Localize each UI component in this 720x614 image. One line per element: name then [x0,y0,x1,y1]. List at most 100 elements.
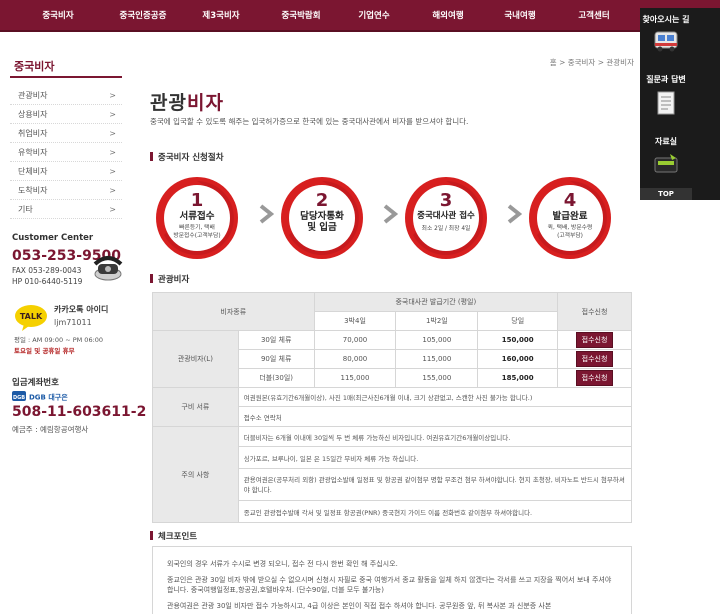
sidebar-item-group-visa[interactable]: 단체비자 > [10,162,122,181]
visa-table-heading: 관광비자 [150,273,189,285]
process-step-1: 1 서류접수 빠른등기, 택배 방문접수(고객부담) [154,175,240,261]
page-title-main: 관광 [150,92,187,114]
notes-text: 종교인 관광접수발매 각서 및 일정표 항공권(PNR) 중국현지 가이드 이름… [237,500,633,523]
cell-stay: 90일 체류 [237,349,315,369]
cell-stay: 30일 체류 [237,330,315,350]
sidebar-item-other[interactable]: 기타 > [10,200,122,219]
apply-button[interactable]: 접수신청 [575,332,614,348]
customer-center-hp: HP 010-6440-5119 [12,277,83,286]
sidebar-item-tourist-visa[interactable]: 관광비자 > [10,86,122,105]
step-number: 4 [563,190,577,211]
table-row: 관광비자(L) 30일 체류 70,000 105,000 150,000 접수… [152,330,632,388]
page-title: 관광비자 [150,88,224,115]
bank-name: DGB 대구은행 [29,393,68,402]
quick-qna-label[interactable]: 질문과 답변 [640,74,692,85]
cell-apply: 접수신청 [557,330,632,350]
checkpoint-box: 외국인의 경우 서류가 수시로 변경 되오니, 접수 전 다시 한번 확인 해 … [152,546,632,614]
sidebar-item-arrival-visa[interactable]: 도착비자 > [10,181,122,200]
telephone-icon [93,256,123,281]
sidebar-item-student-visa[interactable]: 유학비자 > [10,143,122,162]
sidebar-menu: 관광비자 > 상용비자 > 취업비자 > 유학비자 > 단체비자 > 도착비자 > 기타 > [10,86,122,219]
process-step-2: 2 담당자통화 및 입금 [279,175,365,261]
nav-item-notarization[interactable]: 중국인증공증 [108,0,178,32]
chevron-right-icon: > [109,167,116,176]
kakaotalk-badge-text: TALK [20,312,43,321]
kakao-id-value: ljm71011 [54,318,92,327]
step-number: 1 [190,190,204,211]
holiday-notice: 토요일 및 공휴일 휴무 [14,347,75,355]
documents-text: 여권원본(유효기간6개월이상), 사진 1매(최근사진6개월 이내, 크기 상관… [237,387,633,407]
nav-item-china-visa[interactable]: 중국비자 [30,0,86,32]
page-description: 중국에 입국할 수 있도록 해주는 입국허가증으로 한국에 있는 중국대사관에서… [150,117,469,126]
customer-center-title: Customer Center [12,233,94,243]
visa-fee-table: 비자종류 중국대사관 발급기간 (평일) 접수신청 3박4일 1박2일 당일 관… [152,292,633,523]
nav-item-third-country-visa[interactable]: 제3국비자 [192,0,250,32]
step-title: 중국대사관 접수 [417,211,475,221]
cell-stay: 더블(30일) [237,368,315,388]
breadcrumb: 홈 > 중국비자 > 관광비자 [549,58,634,67]
col-header-period: 중국대사관 발급기간 (평일) [313,292,559,312]
notes-text: 싱가포르, 브루나이, 일본 은 15일간 무비자 체류 가능 하십니다. [237,446,633,469]
sub-col-sameday: 당일 [477,311,559,331]
business-hours: 평일 : AM 09:00 ~ PM 06:00 [14,336,104,344]
nav-item-expo[interactable]: 중국박람회 [272,0,330,32]
quick-directions-label[interactable]: 찾아오시는 길 [640,14,692,25]
quick-library-label[interactable]: 자료실 [640,136,692,147]
chevron-right-icon: > [109,186,116,195]
bus-icon[interactable] [652,28,680,54]
row-label-notes: 주의 사항 [152,426,239,523]
chevron-right-icon: > [109,148,116,157]
chevron-right-icon: > [109,205,116,214]
sidebar-item-business-visa[interactable]: 상용비자 > [10,105,122,124]
nav-item-overseas-travel[interactable]: 해외여행 [422,0,474,32]
step-title: 담당자통화 및 입금 [300,211,344,233]
cell-apply: 접수신청 [557,349,632,369]
quick-menu-panel: 찾아오시는 길 질문과 답변 자료실 TOP [640,8,720,200]
notes-text: 관용여권은(공무처리 외항) 관광업소발매 일정표 및 항공권 같이첨부 명함 … [237,468,633,501]
notes-text: 더블비자는 6개월 이내에 30일씩 두 번 체류 가능하신 비자입니다. 여권… [237,426,633,447]
col-header-type: 비자종류 [152,292,315,331]
step-number: 3 [439,190,453,211]
step-detail: 방문접수(고객부담) [173,233,221,239]
documents-text: 접수소 연락처 [237,406,633,427]
step-detail: 퀵, 택배, 방문수령 [547,225,593,231]
cell-price: 185,000 [477,368,559,388]
step-title: 발급완료 [552,211,588,222]
sidebar-item-work-visa[interactable]: 취업비자 > [10,124,122,143]
scroll-top-button[interactable]: TOP [640,188,692,200]
sub-col-1n2d: 1박2일 [395,311,479,331]
nav-item-domestic-travel[interactable]: 국내여행 [494,0,546,32]
cell-price: 105,000 [395,330,479,350]
cell-price: 115,000 [395,349,479,369]
cell-price: 70,000 [313,330,397,350]
cell-apply: 접수신청 [557,368,632,388]
nav-item-corporate-training[interactable]: 기업연수 [348,0,400,32]
step-title: 서류접수 [179,211,215,222]
process-step-3: 3 중국대사관 접수 최소 2일 / 최장 4일 [403,175,489,261]
checkpoint-paragraph: 관용여권은 관광 30일 비자만 접수 가능하시고, 4급 이상은 본인이 직접… [167,602,552,610]
kakao-id-title: 카카오톡 아이디 [54,305,109,314]
table-row: 구비 서류 여권원본(유효기간6개월이상), 사진 1매(최근사진6개월 이내,… [152,387,633,427]
account-title: 입금계좌번호 [12,378,59,388]
chevron-right-icon: > [109,129,116,138]
col-header-apply: 접수신청 [557,292,632,331]
nav-item-customer-center[interactable]: 고객센터 [568,0,620,32]
account-number: 508-11-603611-2 [12,404,147,420]
cell-price: 160,000 [477,349,559,369]
page-title-accent: 비자 [186,92,224,114]
customer-center-fax: FAX 053-289-0043 [12,266,82,275]
apply-button[interactable]: 접수신청 [575,351,614,367]
sidebar-divider [10,76,122,78]
svg-text:DGB: DGB [13,395,25,401]
chevron-right-icon: > [109,91,116,100]
cell-price: 115,000 [313,368,397,388]
disk-icon[interactable] [652,152,680,178]
apply-button[interactable]: 접수신청 [575,370,614,386]
cell-price: 150,000 [477,330,559,350]
table-row: 주의 사항 더블비자는 6개월 이내에 30일씩 두 번 체류 가능하신 비자입… [152,426,633,523]
sub-col-3n4d: 3박4일 [313,311,397,331]
row-label-tourist-visa: 관광비자(L) [152,330,239,388]
note-icon[interactable] [652,90,680,116]
top-nav: 중국비자 중국인증공증 제3국비자 중국박람회 기업연수 해외여행 국내여행 고… [0,0,720,32]
sidebar-title: 중국비자 [14,60,55,73]
